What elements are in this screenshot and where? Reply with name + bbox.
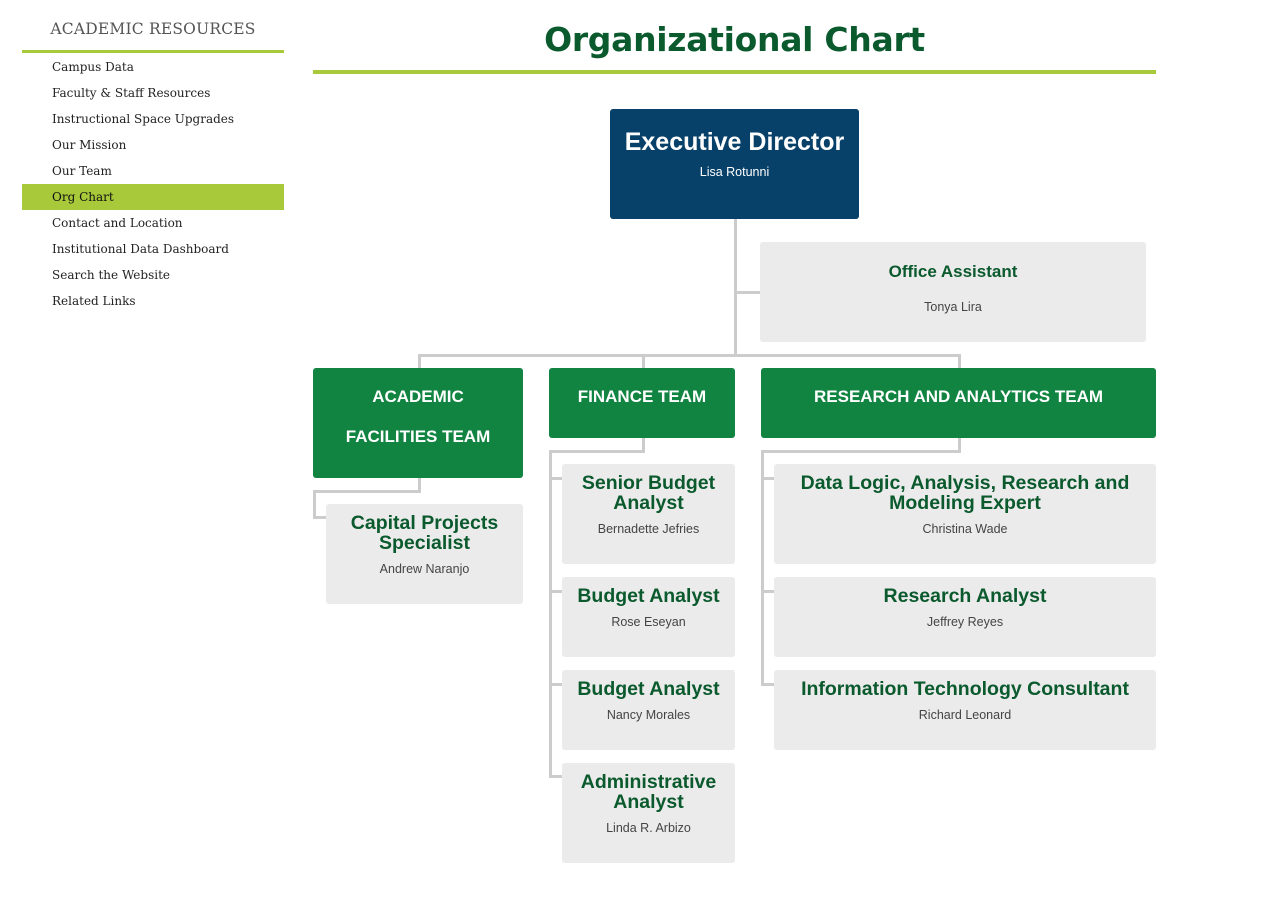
sidebar-item-related-links[interactable]: Related Links (22, 288, 284, 314)
staff-name: Jeffrey Reyes (926, 615, 1004, 629)
staff-box-data-logic-expert: Data Logic, Analysis, Research and Model… (774, 464, 1156, 564)
connector-research-vert (761, 450, 764, 686)
sidebar-item-search-website[interactable]: Search the Website (22, 262, 284, 288)
staff-title: Data Logic, Analysis, Research and Model… (800, 472, 1130, 514)
staff-box-it-consultant: Information Technology Consultant Richar… (774, 670, 1156, 750)
staff-box-administrative-analyst: Administrative Analyst Linda R. Arbizo (562, 763, 735, 863)
sidebar-item-faculty-staff-resources[interactable]: Faculty & Staff Resources (22, 80, 284, 106)
staff-name: Bernadette Jefries (597, 522, 700, 536)
staff-title: Senior Budget Analyst (581, 472, 716, 514)
staff-box-capital-projects-specialist: Capital Projects Specialist Andrew Naran… (326, 504, 523, 604)
staff-name: Linda R. Arbizo (606, 821, 691, 835)
connector-finance-vert (549, 450, 552, 778)
connector-academic-vert (313, 490, 316, 519)
connector-team-academic (418, 354, 421, 368)
team-name-line-2: FACILITIES TEAM (345, 427, 491, 446)
staff-box-senior-budget-analyst: Senior Budget Analyst Bernadette Jefries (562, 464, 735, 564)
connector-academic-member (313, 516, 326, 519)
connector-research-member-1 (761, 477, 774, 480)
connector-finance-member-1 (549, 477, 562, 480)
connector-exec-trunk (734, 218, 737, 357)
connector-research-horiz (761, 450, 961, 453)
sidebar-item-instructional-space-upgrades[interactable]: Instructional Space Upgrades (22, 106, 284, 132)
sidebar-divider (22, 50, 284, 53)
staff-title: Information Technology Consultant (801, 678, 1129, 700)
connector-team-research (958, 354, 961, 368)
team-name: RESEARCH AND ANALYTICS TEAM (813, 387, 1104, 406)
staff-box-budget-analyst-2: Budget Analyst Nancy Morales (562, 670, 735, 750)
sidebar-item-contact-location[interactable]: Contact and Location (22, 210, 284, 236)
staff-title: Administrative Analyst (580, 771, 717, 813)
connector-research-member-2 (761, 590, 774, 593)
sidebar-item-campus-data[interactable]: Campus Data (22, 54, 284, 80)
staff-name: Rose Eseyan (611, 615, 686, 629)
staff-name: Christina Wade (922, 522, 1008, 536)
team-box-academic-facilities: ACADEMIC FACILITIES TEAM (313, 368, 523, 478)
sidebar-item-org-chart[interactable]: Org Chart (22, 184, 284, 210)
staff-box-budget-analyst-1: Budget Analyst Rose Eseyan (562, 577, 735, 657)
staff-title: Budget Analyst (577, 585, 720, 607)
connector-team-finance (642, 354, 645, 368)
sidebar-item-institutional-data-dashboard[interactable]: Institutional Data Dashboard (22, 236, 284, 262)
team-name-line-1: ACADEMIC (372, 387, 464, 406)
page-title: Organizational Chart (544, 20, 925, 59)
team-box-finance: FINANCE TEAM (549, 368, 735, 438)
executive-director-box: Executive Director Lisa Rotunni (610, 109, 859, 219)
team-name: FINANCE TEAM (577, 387, 707, 406)
staff-name: Andrew Naranjo (379, 562, 470, 576)
office-assistant-box: Office Assistant Tonya Lira (760, 242, 1146, 342)
connector-finance-member-4 (549, 775, 562, 778)
connector-finance-horiz (549, 450, 645, 453)
executive-name: Lisa Rotunni (699, 165, 770, 179)
connector-research-member-3 (761, 683, 774, 686)
sidebar-item-our-mission[interactable]: Our Mission (22, 132, 284, 158)
sidebar-list: Campus Data Faculty & Staff Resources In… (22, 54, 284, 314)
office-assistant-name: Tonya Lira (924, 300, 982, 314)
sidebar-item-our-team[interactable]: Our Team (22, 158, 284, 184)
connector-office-assistant (734, 291, 760, 294)
connector-teams-bus (418, 354, 961, 357)
staff-name: Nancy Morales (606, 708, 691, 722)
staff-title: Capital Projects Specialist (350, 512, 499, 554)
connector-finance-member-3 (549, 683, 562, 686)
title-divider (313, 70, 1156, 74)
office-assistant-title: Office Assistant (888, 262, 1018, 281)
staff-box-research-analyst: Research Analyst Jeffrey Reyes (774, 577, 1156, 657)
staff-title: Research Analyst (883, 585, 1047, 607)
team-box-research-analytics: RESEARCH AND ANALYTICS TEAM (761, 368, 1156, 438)
connector-academic-horiz (313, 490, 421, 493)
staff-name: Richard Leonard (918, 708, 1012, 722)
connector-finance-member-2 (549, 590, 562, 593)
staff-title: Budget Analyst (577, 678, 720, 700)
sidebar-heading: ACADEMIC RESOURCES (50, 20, 256, 38)
executive-title: Executive Director (624, 128, 845, 156)
